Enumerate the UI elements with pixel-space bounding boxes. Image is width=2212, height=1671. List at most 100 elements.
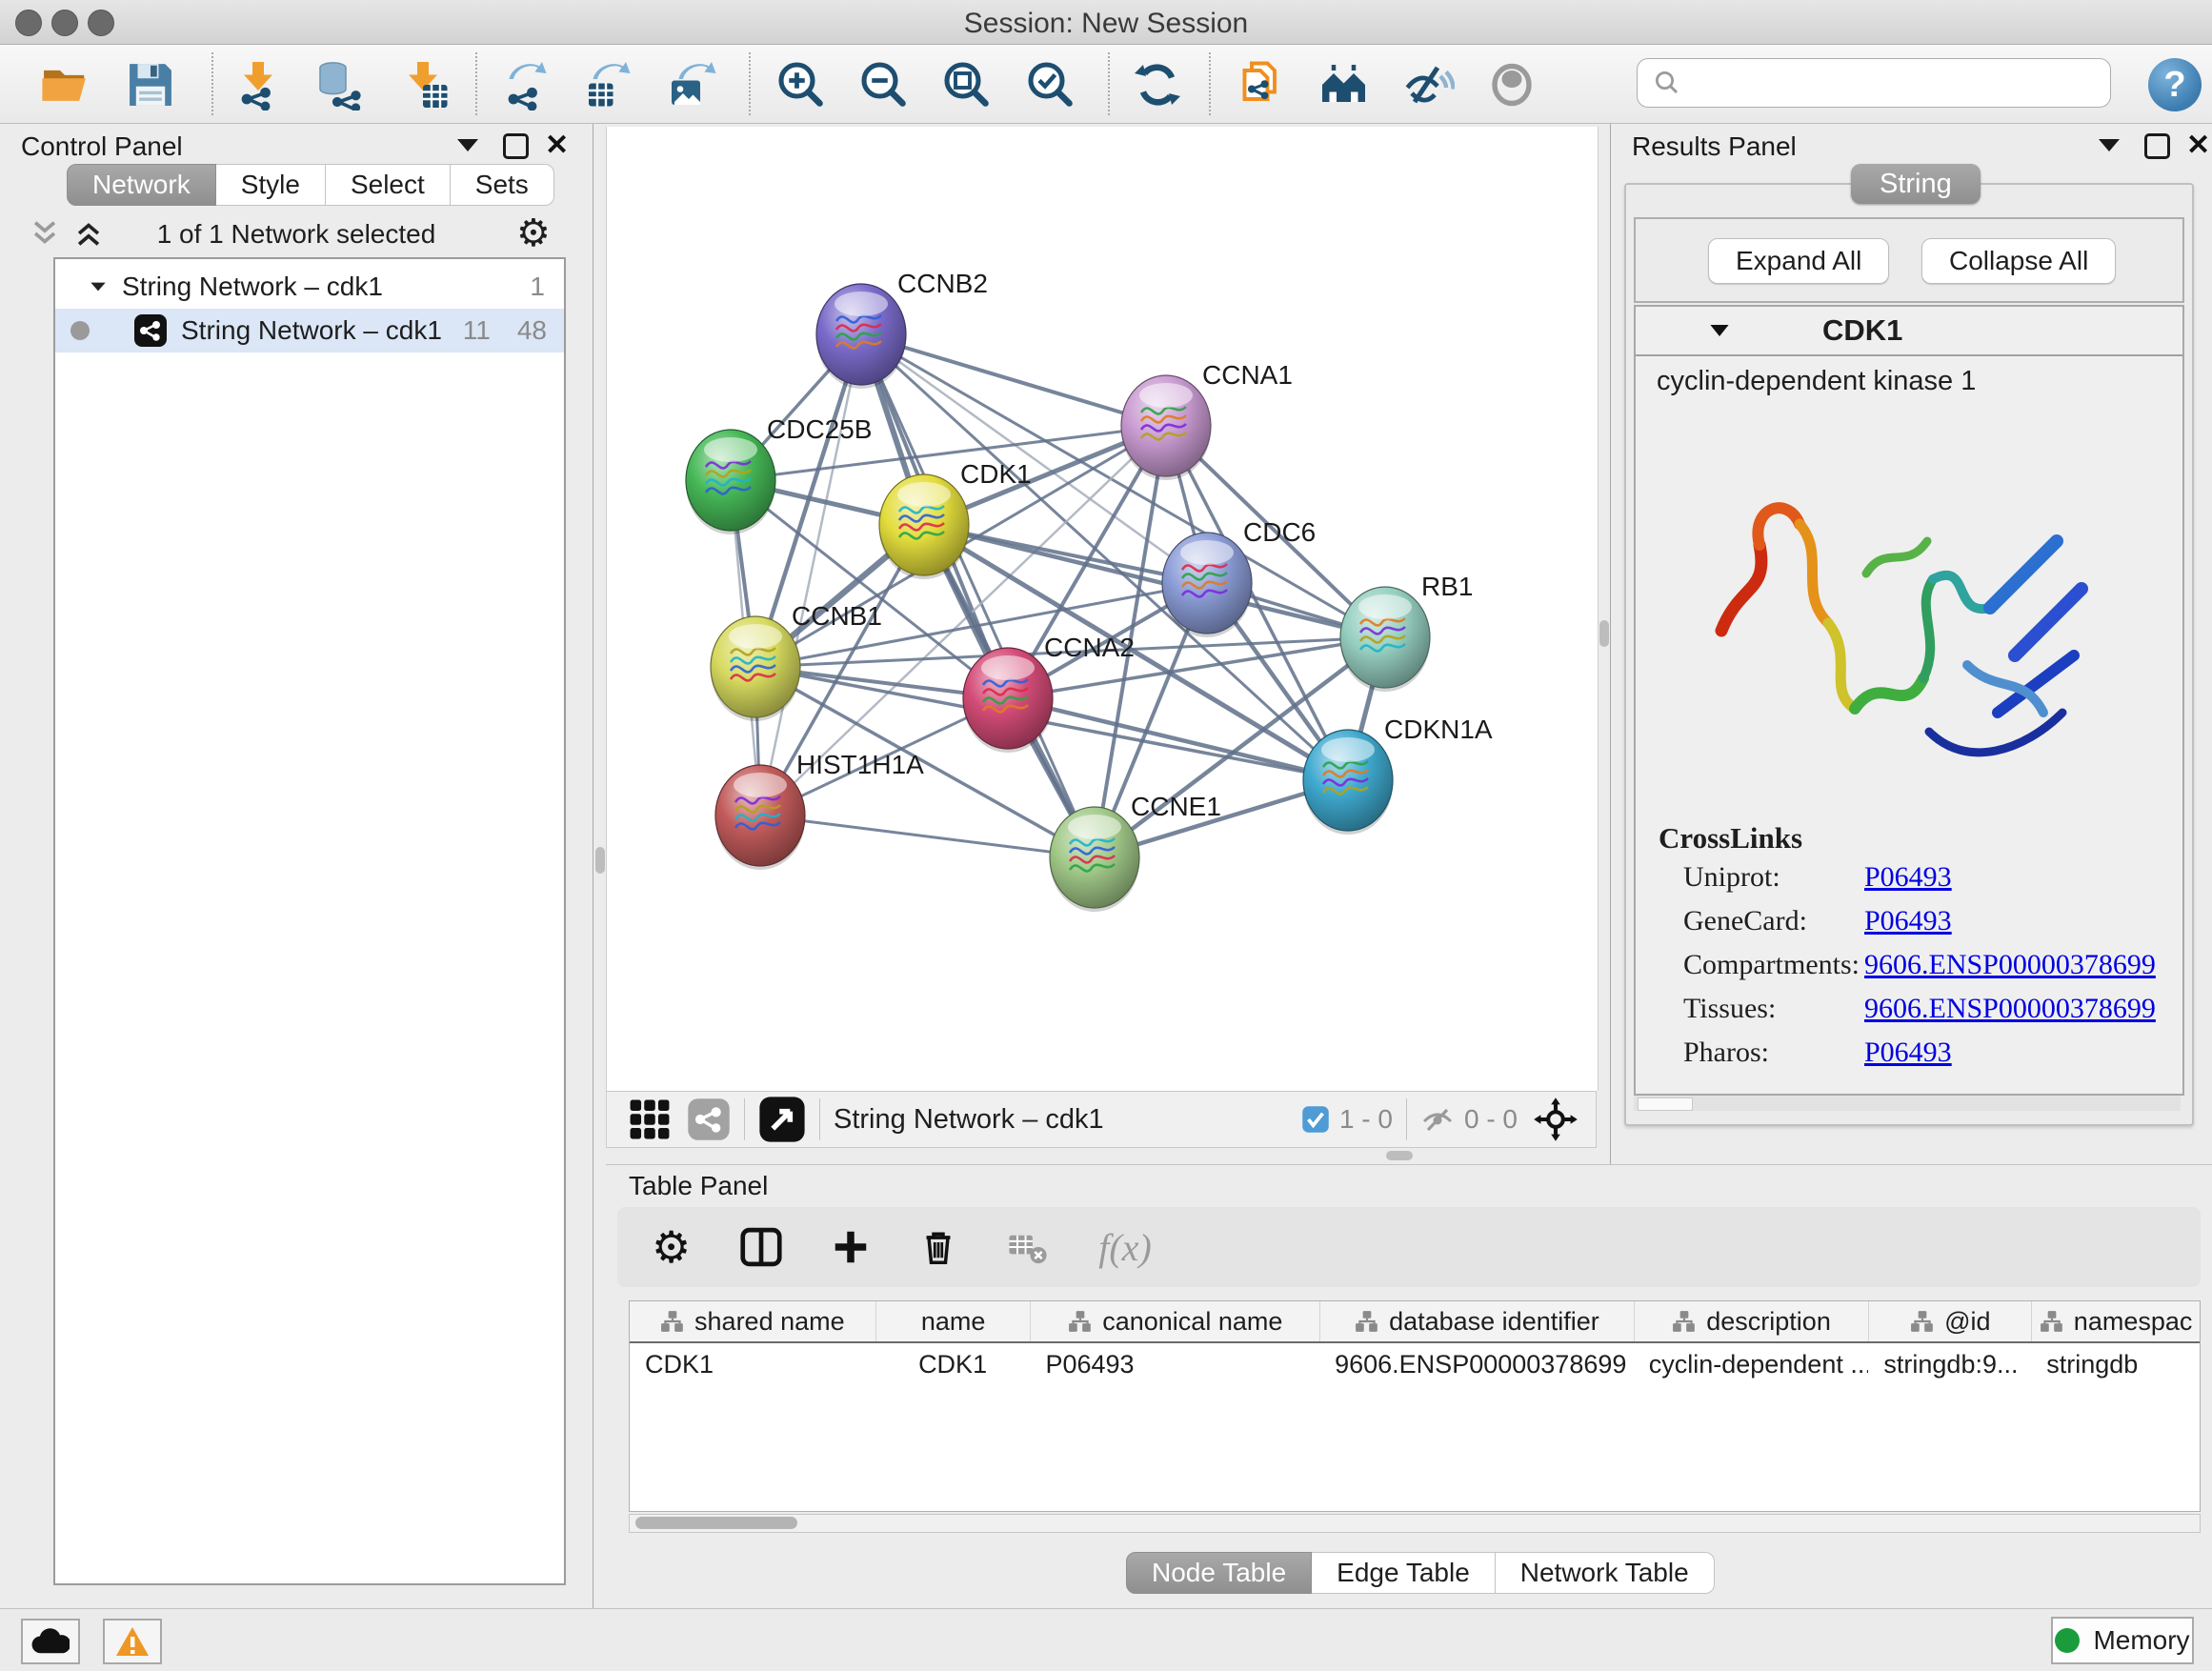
table-cell[interactable]: stringdb [2031, 1343, 2200, 1385]
tab-network[interactable]: Network [67, 164, 216, 206]
splitter-handle-left[interactable] [595, 847, 605, 874]
table-horizontal-scrollbar[interactable] [629, 1514, 2201, 1533]
tab-select[interactable]: Select [326, 164, 451, 206]
memory-button[interactable]: Memory [2051, 1617, 2194, 1664]
table-header-row: shared namenamecanonical namedatabase id… [630, 1301, 2200, 1343]
network-node-CDC6[interactable] [1162, 533, 1252, 637]
tab-sets[interactable]: Sets [451, 164, 554, 206]
results-scrollbar-thumb[interactable] [1638, 1097, 1693, 1111]
zoom-fit-icon[interactable] [940, 58, 994, 111]
refresh-icon[interactable] [1131, 58, 1184, 111]
import-network-database-icon[interactable] [313, 58, 367, 111]
import-network-file-icon[interactable] [231, 58, 285, 111]
network-view-icon[interactable] [687, 1097, 731, 1141]
network-node-CDK1[interactable] [879, 474, 969, 579]
delete-column-icon[interactable] [919, 1228, 957, 1266]
new-network-from-selection-icon[interactable] [1234, 58, 1287, 111]
cloud-tasks-button[interactable] [21, 1619, 80, 1664]
network-collection-row[interactable]: String Network – cdk1 1 [55, 265, 564, 309]
network-node-CDKN1A[interactable] [1303, 730, 1393, 835]
search-input[interactable] [1637, 58, 2111, 108]
table-cell[interactable]: CDK1 [630, 1343, 875, 1385]
detach-view-icon[interactable] [758, 1096, 806, 1143]
collapse-all-button[interactable]: Collapse All [1921, 238, 2116, 284]
export-table-icon[interactable] [582, 58, 635, 111]
splitter-handle-bottom[interactable] [1386, 1151, 1413, 1160]
tab-string[interactable]: String [1851, 164, 1981, 204]
crosslink-link[interactable]: 9606.ENSP00000378699 [1864, 993, 2156, 1024]
table-cell[interactable]: 9606.ENSP00000378699 [1319, 1343, 1634, 1385]
network-row-selected[interactable]: String Network – cdk1 11 48 [55, 309, 564, 352]
zoom-selected-icon[interactable] [1024, 58, 1077, 111]
fit-selected-crosshair-icon[interactable] [1533, 1097, 1579, 1142]
string-network-graph[interactable]: CCNB2CCNA1CDC25BCDK1CDC6RB1CCNB1CCNA2CDK… [607, 127, 1598, 1091]
export-network-icon[interactable] [498, 58, 552, 111]
table-cell[interactable]: CDK1 [875, 1343, 1031, 1385]
network-node-CDC25B[interactable] [686, 430, 775, 534]
table-scrollbar-thumb[interactable] [635, 1517, 797, 1529]
import-table-icon[interactable] [399, 58, 452, 111]
network-node-HIST1H1A[interactable] [715, 765, 805, 870]
table-cell[interactable]: P06493 [1030, 1343, 1319, 1385]
open-session-icon[interactable] [38, 58, 91, 111]
panel-float-icon[interactable] [2144, 133, 2170, 164]
protein-header-row[interactable]: CDK1 [1636, 307, 2182, 356]
network-node-CCNE1[interactable] [1050, 807, 1139, 912]
tree-expander-icon[interactable] [88, 276, 109, 297]
column-header-name[interactable]: name [875, 1301, 1031, 1341]
network-node-CCNB2[interactable] [816, 284, 906, 389]
save-session-icon[interactable] [124, 58, 177, 111]
tab-style[interactable]: Style [216, 164, 326, 206]
crosslink-link[interactable]: 9606.ENSP00000378699 [1864, 949, 2156, 980]
hide-selection-icon[interactable] [1402, 58, 1456, 111]
tab-edge-table[interactable]: Edge Table [1312, 1552, 1496, 1594]
network-node-CCNB1[interactable] [711, 616, 800, 721]
warnings-button[interactable] [103, 1619, 162, 1664]
table-row[interactable]: CDK1CDK1P064939606.ENSP00000378699cyclin… [630, 1343, 2200, 1385]
table-cell[interactable]: cyclin-dependent ... [1634, 1343, 1869, 1385]
table-options-gear-icon[interactable]: ⚙ [652, 1221, 691, 1273]
first-neighbors-icon[interactable] [1318, 58, 1372, 111]
show-columns-icon[interactable] [740, 1226, 782, 1268]
panel-menu-icon[interactable] [2099, 139, 2120, 156]
show-all-icon[interactable] [1485, 58, 1538, 111]
selected-checkbox-icon[interactable] [1301, 1105, 1330, 1134]
crosslink-link[interactable]: P06493 [1864, 905, 1952, 936]
tab-network-table[interactable]: Network Table [1496, 1552, 1715, 1594]
network-node-CCNA1[interactable] [1121, 375, 1211, 480]
crosslink-link[interactable]: P06493 [1864, 1037, 1952, 1068]
splitter-handle-right[interactable] [1599, 620, 1609, 647]
panel-close-icon[interactable]: ✕ [545, 131, 569, 160]
node-label-CDC25B: CDC25B [767, 414, 872, 444]
column-header-canonical-name[interactable]: canonical name [1030, 1301, 1319, 1341]
title-bar: Session: New Session [0, 0, 2212, 45]
tab-node-table[interactable]: Node Table [1126, 1552, 1312, 1594]
crosslink-link[interactable]: P06493 [1864, 861, 1952, 893]
zoom-in-icon[interactable] [774, 58, 828, 111]
string-results-container: Expand All Collapse All CDK1 cyclin-depe… [1624, 183, 2194, 1126]
export-image-icon[interactable] [665, 58, 718, 111]
panel-menu-icon[interactable] [457, 139, 478, 156]
network-canvas[interactable]: CCNB2CCNA1CDC25BCDK1CDC6RB1CCNB1CCNA2CDK… [606, 127, 1599, 1091]
column-header-namespac[interactable]: namespac [2031, 1301, 2200, 1341]
zoom-out-icon[interactable] [857, 58, 911, 111]
column-header--id[interactable]: @id [1868, 1301, 2031, 1341]
network-options-gear-icon[interactable]: ⚙ [516, 211, 551, 255]
grid-view-icon[interactable] [628, 1097, 672, 1141]
add-column-icon[interactable] [832, 1228, 870, 1266]
collapse-triangle-icon[interactable] [1708, 319, 1731, 342]
crosslinks-heading: CrossLinks [1659, 821, 2156, 856]
help-icon[interactable]: ? [2148, 58, 2202, 111]
results-scrollbar[interactable] [1634, 1096, 2181, 1111]
panel-float-icon[interactable] [503, 133, 529, 164]
cloud-icon [31, 1627, 70, 1656]
network-node-CCNA2[interactable] [963, 648, 1053, 753]
network-node-RB1[interactable] [1340, 587, 1430, 692]
column-header-description[interactable]: description [1634, 1301, 1869, 1341]
table-cell[interactable]: stringdb:9... [1868, 1343, 2031, 1385]
column-header-database-identifier[interactable]: database identifier [1319, 1301, 1634, 1341]
column-header-shared-name[interactable]: shared name [630, 1301, 875, 1341]
expand-all-button[interactable]: Expand All [1708, 238, 1889, 284]
panel-close-icon[interactable]: ✕ [2186, 131, 2210, 160]
memory-label: Memory [2093, 1625, 2189, 1656]
